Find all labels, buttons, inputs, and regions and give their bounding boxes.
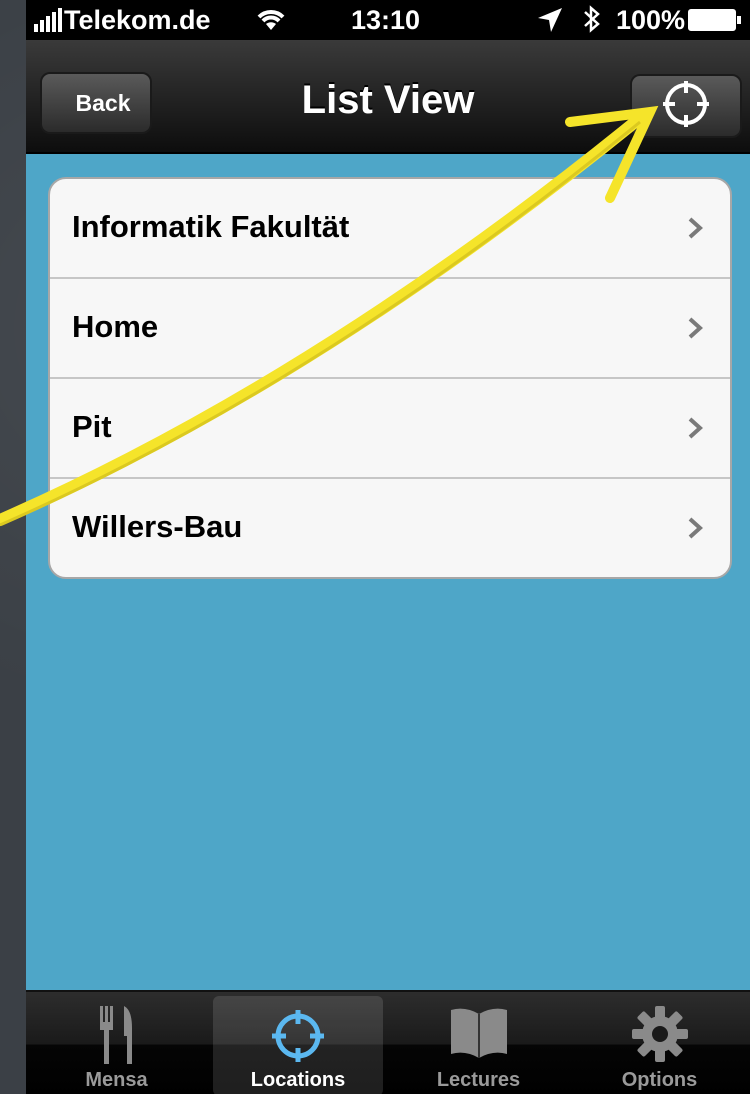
- fork-knife-icon: [92, 1004, 142, 1071]
- list-item-label: Pit: [72, 409, 112, 444]
- chevron-right-icon: [688, 217, 703, 239]
- signal-icon: [34, 6, 62, 32]
- list-item-label: Informatik Fakultät: [72, 209, 350, 244]
- battery-icon: [688, 9, 741, 31]
- locate-button[interactable]: [630, 74, 742, 138]
- chevron-right-icon: [688, 517, 703, 539]
- crosshair-icon: [661, 79, 711, 134]
- tab-lectures[interactable]: Lectures: [388, 992, 569, 1094]
- battery-percent: 100%: [616, 5, 686, 35]
- tab-mensa[interactable]: Mensa: [26, 992, 207, 1094]
- bluetooth-icon: [581, 4, 603, 41]
- chevron-right-icon: [688, 317, 703, 339]
- list-item[interactable]: Informatik Fakultät: [50, 179, 730, 279]
- status-bar: Telekom.de 13:10 100%: [26, 0, 750, 40]
- list-item[interactable]: Home: [50, 279, 730, 379]
- tab-options[interactable]: Options: [569, 992, 750, 1094]
- carrier-label: Telekom.de: [64, 5, 211, 35]
- crosshair-icon: [270, 1008, 326, 1069]
- list-item-label: Willers-Bau: [72, 509, 243, 544]
- list-item[interactable]: Willers-Bau: [50, 479, 730, 577]
- tab-label: Lectures: [436, 1069, 521, 1091]
- location-list: Informatik Fakultät Home Pit Willers-Bau: [48, 177, 732, 579]
- list-item-label: Home: [72, 309, 159, 344]
- navigation-bar: Back List View: [26, 40, 750, 154]
- location-arrow-icon: [536, 6, 564, 41]
- chevron-right-icon: [688, 417, 703, 439]
- book-icon: [447, 1004, 511, 1065]
- tab-locations[interactable]: Locations: [213, 996, 383, 1094]
- clock-label: 13:10: [351, 5, 421, 35]
- phone-screen: Telekom.de 13:10 100% Back List View Inf…: [26, 0, 750, 1094]
- tab-bar: Mensa Locations Lectures Options: [26, 990, 750, 1094]
- wifi-icon: [254, 6, 288, 39]
- list-item[interactable]: Pit: [50, 379, 730, 479]
- gear-icon: [630, 1004, 690, 1069]
- tab-label: Options: [621, 1069, 698, 1091]
- tab-label: Locations: [250, 1069, 346, 1091]
- tab-label: Mensa: [85, 1069, 148, 1091]
